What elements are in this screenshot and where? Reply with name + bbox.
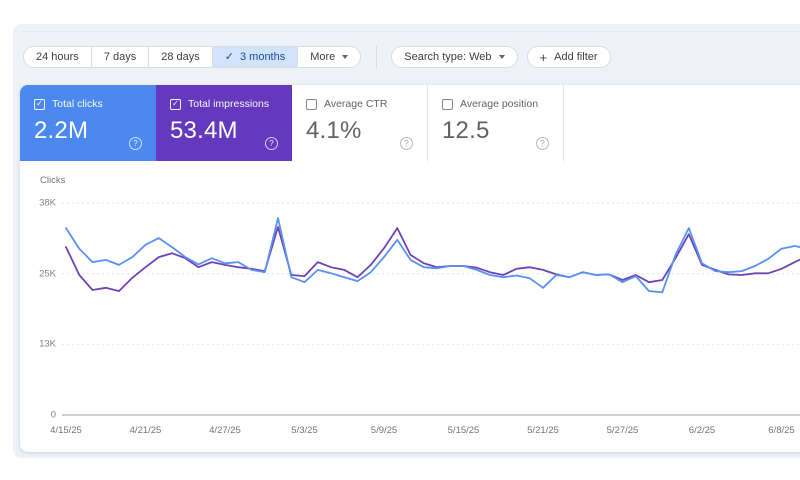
panel-top-divider: [23, 31, 800, 32]
date-range-7-days[interactable]: 7 days: [92, 47, 150, 67]
filter-toolbar: 24 hours 7 days 28 days 3 months More Se…: [23, 46, 611, 68]
date-range-label: 24 hours: [36, 51, 79, 63]
checkbox-unchecked-icon[interactable]: [306, 98, 317, 110]
date-range-28-days[interactable]: 28 days: [149, 47, 213, 67]
metric-value: 53.4M: [170, 117, 238, 144]
metric-label: Average CTR: [324, 98, 388, 110]
date-range-label: 28 days: [161, 51, 200, 63]
search-type-dropdown[interactable]: Search type: Web: [391, 46, 518, 68]
checkbox-checked-icon[interactable]: [34, 98, 45, 110]
help-icon[interactable]: [129, 137, 142, 150]
chevron-down-icon: [498, 55, 505, 59]
checkbox-unchecked-icon[interactable]: [442, 98, 453, 110]
metric-value: 12.5: [442, 117, 490, 144]
metric-label: Total clicks: [52, 98, 103, 110]
metric-value: 4.1%: [306, 117, 362, 144]
metric-label: Average position: [460, 98, 539, 110]
date-range-label: 7 days: [103, 51, 137, 63]
help-icon[interactable]: [536, 137, 549, 150]
performance-chart: Clicks 38K 25K 13K 0 4/15/25 4/21/25 4/27/25 5…: [20, 161, 800, 452]
toolbar-divider: [376, 46, 378, 68]
x-tick-label: 4/21/25: [129, 425, 162, 436]
x-tick-label: 4/27/25: [209, 425, 241, 436]
metric-tile-total-impressions[interactable]: Total impressions 53.4M: [156, 85, 292, 161]
date-range-label: 3 months: [239, 51, 286, 63]
x-tick-label: 5/27/25: [606, 425, 639, 436]
search-type-label: Search type: Web: [404, 51, 492, 63]
chart-canvas[interactable]: [20, 161, 800, 421]
add-filter-label: Add filter: [554, 51, 598, 63]
impressions-line: [65, 226, 800, 293]
metric-tile-total-clicks[interactable]: Total clicks 2.2M: [20, 85, 156, 161]
x-tick-label: 6/8/25: [768, 425, 795, 436]
add-filter-button[interactable]: Add filter: [526, 46, 611, 68]
x-tick-label: 5/21/25: [527, 425, 559, 436]
date-range-more-dropdown[interactable]: More: [298, 47, 360, 67]
help-icon[interactable]: [400, 137, 413, 150]
x-tick-label: 5/9/25: [370, 425, 398, 436]
x-tick-label: 4/15/25: [50, 425, 82, 436]
performance-card: Total clicks 2.2M Total impressions 53.4…: [20, 85, 800, 452]
date-range-3-months[interactable]: 3 months: [212, 47, 299, 67]
check-icon: [225, 52, 234, 63]
metric-tile-average-ctr[interactable]: Average CTR 4.1%: [292, 85, 428, 161]
checkbox-checked-icon[interactable]: [170, 98, 181, 110]
metric-value: 2.2M: [34, 117, 89, 144]
plus-icon: [540, 51, 548, 64]
metric-tile-average-position[interactable]: Average position 12.5: [428, 85, 564, 161]
metric-tiles: Total clicks 2.2M Total impressions 53.4…: [20, 85, 564, 161]
x-tick-label: 5/15/25: [447, 425, 480, 436]
date-range-selector: 24 hours 7 days 28 days 3 months More: [23, 46, 362, 68]
metric-label: Total impressions: [188, 98, 270, 110]
more-label: More: [310, 51, 336, 63]
chevron-down-icon: [342, 55, 349, 59]
help-icon[interactable]: [265, 137, 278, 150]
date-range-24-hours[interactable]: 24 hours: [24, 47, 92, 67]
x-tick-label: 5/3/25: [291, 425, 318, 436]
x-tick-label: 6/2/25: [688, 425, 716, 436]
